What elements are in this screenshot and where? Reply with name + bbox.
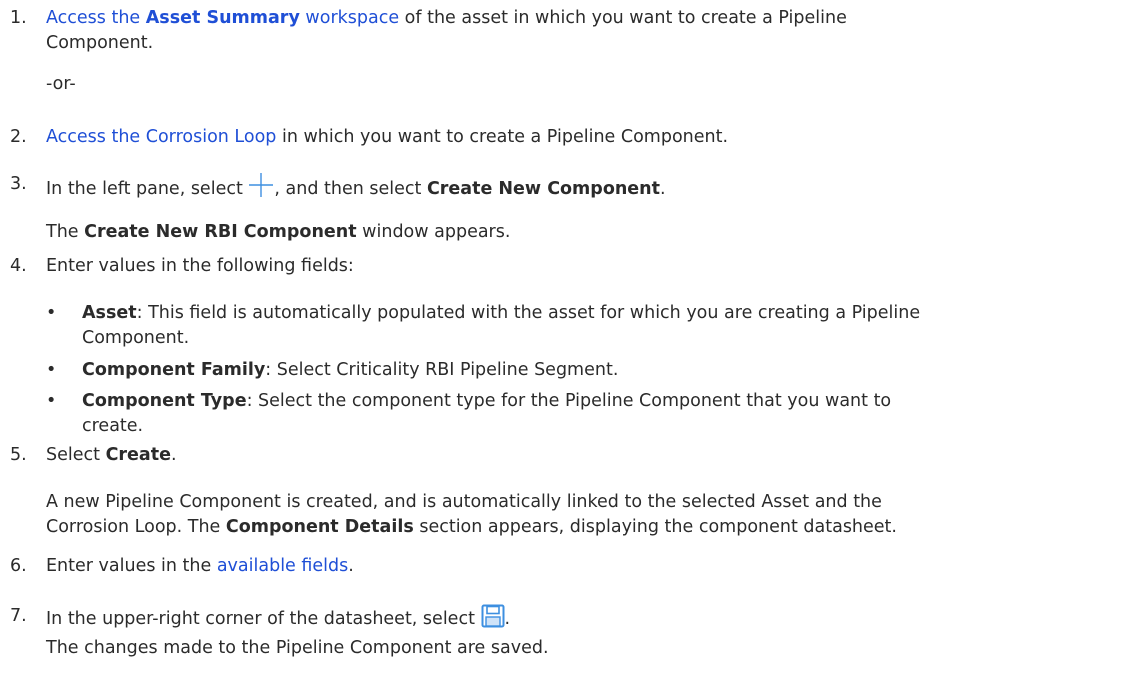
field-label: Asset <box>82 303 137 323</box>
step-number: 5. <box>10 445 27 465</box>
step-result: The changes made to the Pipeline Compone… <box>46 638 549 658</box>
step-3-result: The Create New RBI Component window appe… <box>46 222 511 242</box>
create-label: Create <box>105 445 171 465</box>
available-fields-link[interactable]: available fields <box>217 556 348 576</box>
or-separator: -or- <box>46 74 76 94</box>
step-number: 2. <box>10 127 27 147</box>
step-number: 4. <box>10 256 27 276</box>
corrosion-loop-link[interactable]: Access the Corrosion Loop <box>46 127 276 147</box>
procedure-page: 1. Access the Asset Summary workspace of… <box>0 0 1146 700</box>
bullet-mark: • <box>46 360 57 380</box>
create-new-component-label: Create New Component <box>426 179 660 199</box>
step-number: 6. <box>10 556 27 576</box>
bullet-mark: • <box>46 391 57 411</box>
asset-summary-link[interactable]: Access the Asset Summary workspace <box>46 8 399 28</box>
step-text: Enter values in the following fields: <box>46 256 354 276</box>
step-text: of the asset in which you want to create… <box>399 8 847 28</box>
field-label: Component Type <box>82 391 247 411</box>
step-text: in which you want to create a Pipeline C… <box>276 127 729 147</box>
step-5-result: A new Pipeline Component is created, and… <box>46 492 897 537</box>
step-text: Component. <box>46 33 154 53</box>
plus-icon <box>248 172 274 206</box>
bullet-mark: • <box>46 303 57 323</box>
step-number: 1. <box>10 8 27 28</box>
save-icon <box>481 604 505 636</box>
step-number: 7. <box>10 606 27 626</box>
field-label: Component Family <box>82 360 266 380</box>
step-number: 3. <box>10 174 27 194</box>
